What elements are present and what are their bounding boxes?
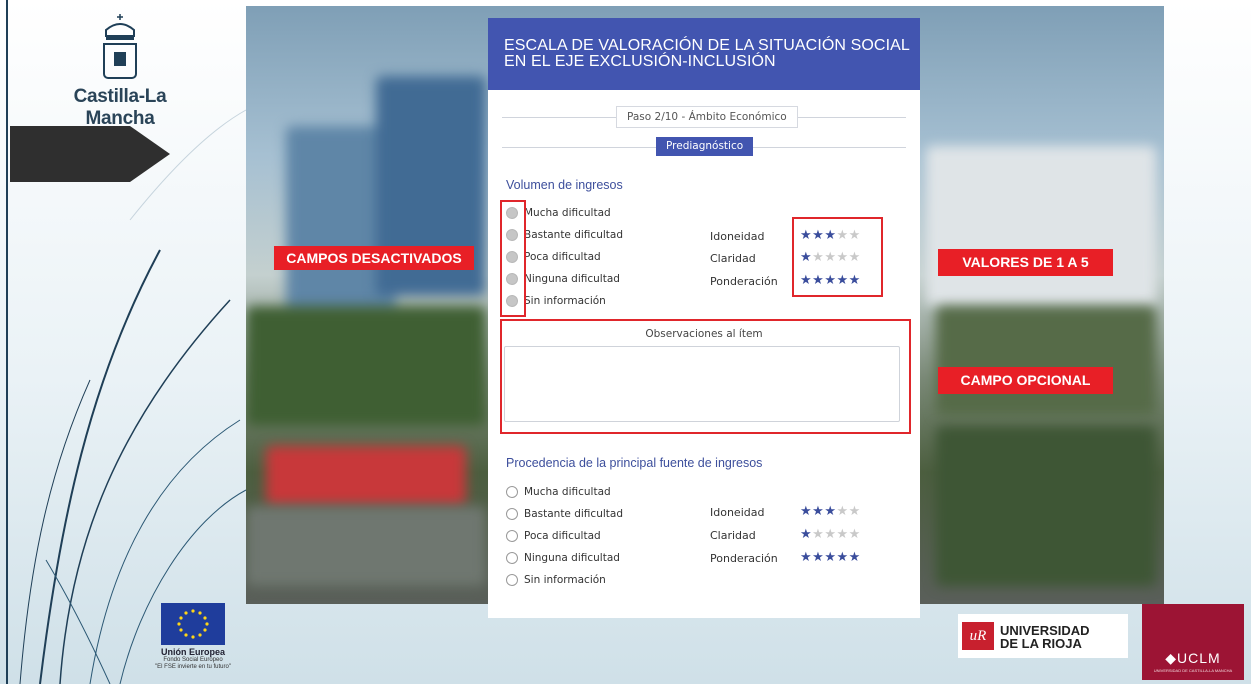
annotation-label-values: VALORES DE 1 A 5 — [938, 249, 1113, 276]
option-label: Mucha dificultad — [524, 486, 611, 498]
annotation-box-optional — [500, 319, 911, 434]
star-empty-icon[interactable]: ★ — [812, 527, 824, 542]
option-label: Bastante dificultad — [524, 229, 623, 241]
option-row[interactable]: Poca dificultad — [506, 530, 601, 546]
rating-label-claridad: Claridad — [710, 252, 756, 265]
option-label: Poca dificultad — [524, 530, 601, 542]
ur-line-2: DE LA RIOJA — [1000, 636, 1082, 651]
radio-bastante-dificultad[interactable] — [506, 508, 518, 520]
radio-sin-informacion[interactable] — [506, 574, 518, 586]
option-label: Mucha dificultad — [524, 207, 611, 219]
star-filled-icon[interactable]: ★ — [800, 504, 812, 519]
item-title-procedencia: Procedencia de la principal fuente de in… — [506, 456, 763, 470]
option-label: Ninguna dificultad — [524, 273, 620, 285]
option-row[interactable]: Mucha dificultad — [506, 486, 611, 502]
rating-stars-ponderacion[interactable]: ★★★★★ — [800, 550, 861, 565]
star-filled-icon[interactable]: ★ — [824, 550, 836, 565]
star-filled-icon[interactable]: ★ — [836, 550, 848, 565]
option-row[interactable]: Ninguna dificultad — [506, 552, 620, 568]
rating-label-ponderacion: Ponderación — [710, 275, 778, 288]
form-header: ESCALA DE VALORACIÓN DE LA SITUACIÓN SOC… — [488, 18, 920, 90]
option-row[interactable]: Bastante dificultad — [506, 508, 623, 524]
item-title-volumen: Volumen de ingresos — [506, 178, 623, 192]
star-filled-icon[interactable]: ★ — [812, 504, 824, 519]
star-empty-icon[interactable]: ★ — [849, 504, 861, 519]
rating-label-claridad: Claridad — [710, 529, 756, 542]
annotation-box-values — [792, 217, 883, 297]
arrow-tab-decoration — [10, 126, 170, 182]
annotation-label-optional: CAMPO OPCIONAL — [938, 367, 1113, 394]
castle-crown-icon — [103, 14, 137, 79]
step-label: Paso 2/10 - Ámbito Económico — [616, 106, 798, 128]
rating-label-idoneidad: Idoneidad — [710, 230, 765, 243]
option-label: Poca dificultad — [524, 251, 601, 263]
star-empty-icon[interactable]: ★ — [824, 527, 836, 542]
option-row[interactable]: Sin información — [506, 574, 606, 590]
radio-mucha-dificultad[interactable] — [506, 486, 518, 498]
rating-stars-claridad[interactable]: ★★★★★ — [800, 527, 861, 542]
prediagnostic-badge: Prediagnóstico — [656, 137, 754, 156]
star-empty-icon[interactable]: ★ — [849, 527, 861, 542]
star-empty-icon[interactable]: ★ — [836, 504, 848, 519]
eu-fund: Fondo Social Europeo — [163, 657, 223, 663]
option-label: Sin información — [524, 295, 606, 307]
star-filled-icon[interactable]: ★ — [812, 550, 824, 565]
option-label: Ninguna dificultad — [524, 552, 620, 564]
castilla-la-mancha-name: Castilla-La Mancha — [73, 86, 167, 129]
prediagnostic-row: Prediagnóstico — [488, 136, 920, 158]
uclm-subtitle: UNIVERSIDAD DE CASTILLA-LA MANCHA — [1153, 668, 1233, 673]
eu-title: Unión Europea — [160, 647, 225, 657]
annotation-box-disabled-fields — [500, 200, 526, 317]
form-title-line-1: ESCALA DE VALORACIÓN DE LA SITUACIÓN SOC… — [504, 37, 910, 54]
uclm-logo: ◆UCLM UNIVERSIDAD DE CASTILLA-LA MANCHA — [1142, 604, 1244, 680]
star-filled-icon[interactable]: ★ — [849, 550, 861, 565]
form-card: ESCALA DE VALORACIÓN DE LA SITUACIÓN SOC… — [488, 18, 920, 618]
radio-ninguna-dificultad[interactable] — [506, 552, 518, 564]
star-filled-icon[interactable]: ★ — [824, 504, 836, 519]
rating-label-idoneidad: Idoneidad — [710, 506, 765, 519]
ur-name: UNIVERSIDAD DE LA RIOJA — [1000, 624, 1090, 650]
universidad-la-rioja-logo: uR UNIVERSIDAD DE LA RIOJA — [958, 614, 1128, 658]
star-empty-icon[interactable]: ★ — [836, 527, 848, 542]
step-indicator: Paso 2/10 - Ámbito Económico — [488, 106, 920, 128]
option-label: Bastante dificultad — [524, 508, 623, 520]
rating-label-ponderacion: Ponderación — [710, 552, 778, 565]
star-filled-icon[interactable]: ★ — [800, 527, 812, 542]
castilla-la-mancha-logo: Castilla-La Mancha — [40, 14, 200, 129]
rating-stars-idoneidad[interactable]: ★★★★★ — [800, 504, 861, 519]
form-title-line-2: EN EL EJE EXCLUSIÓN-INCLUSIÓN — [504, 53, 776, 70]
european-union-logo: Unión Europea Fondo Social Europeo "El F… — [150, 603, 236, 677]
option-label: Sin información — [524, 574, 606, 586]
radio-poca-dificultad[interactable] — [506, 530, 518, 542]
eu-motto: "El FSE invierte en tu futuro" — [155, 664, 231, 670]
ur-emblem-icon: uR — [962, 622, 994, 650]
uclm-name: ◆UCLM — [1165, 650, 1221, 666]
annotation-label-disabled-fields: CAMPOS DESACTIVADOS — [274, 246, 474, 270]
star-filled-icon[interactable]: ★ — [800, 550, 812, 565]
eu-flag-icon — [161, 603, 225, 645]
